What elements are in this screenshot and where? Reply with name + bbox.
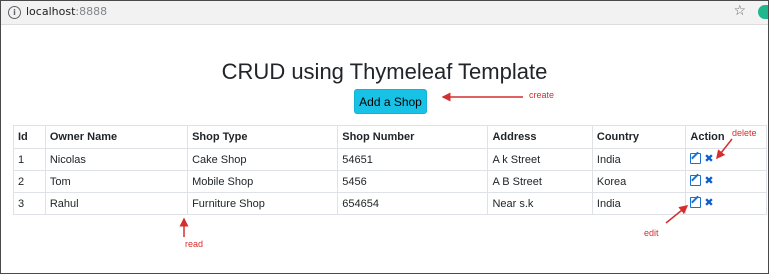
delete-icon[interactable]: ✖ bbox=[704, 197, 713, 208]
annotation-create: create bbox=[529, 90, 555, 100]
url-text[interactable]: localhost:8888 bbox=[26, 5, 107, 18]
cell-action: ✖ bbox=[685, 148, 767, 171]
annotation-edit: edit bbox=[644, 228, 659, 238]
cell-number: 5456 bbox=[337, 170, 489, 193]
table-header-row: Id Owner Name Shop Type Shop Number Addr… bbox=[13, 125, 767, 149]
header-shop-type: Shop Type bbox=[187, 125, 339, 149]
cell-type: Furniture Shop bbox=[187, 192, 339, 215]
info-icon[interactable]: i bbox=[8, 6, 21, 19]
cell-type: Mobile Shop bbox=[187, 170, 339, 193]
table-row: 2 Tom Mobile Shop 5456 A B Street Korea … bbox=[13, 170, 767, 193]
extension-icon[interactable] bbox=[758, 5, 768, 19]
cell-id: 3 bbox=[13, 192, 46, 215]
header-owner-name: Owner Name bbox=[44, 125, 189, 149]
edit-icon[interactable] bbox=[690, 152, 702, 164]
cell-country: India bbox=[591, 192, 687, 215]
address-bar[interactable]: i localhost:8888 ☆ bbox=[1, 1, 768, 25]
add-shop-button[interactable]: Add a Shop bbox=[354, 89, 427, 114]
annotation-delete: delete bbox=[732, 128, 757, 138]
cell-country: Korea bbox=[591, 170, 687, 193]
page-title: CRUD using Thymeleaf Template bbox=[221, 59, 548, 84]
cell-address: A k Street bbox=[487, 148, 593, 171]
cell-action: ✖ bbox=[685, 192, 767, 215]
edit-icon[interactable] bbox=[690, 174, 702, 186]
star-icon[interactable]: ☆ bbox=[733, 3, 746, 19]
cell-id: 1 bbox=[13, 148, 46, 171]
cell-action: ✖ bbox=[685, 170, 767, 193]
cell-owner: Tom bbox=[44, 170, 189, 193]
cell-id: 2 bbox=[13, 170, 46, 193]
table-row: 1 Nicolas Cake Shop 54651 A k Street Ind… bbox=[13, 148, 767, 171]
header-id: Id bbox=[13, 125, 46, 149]
header-country: Country bbox=[591, 125, 687, 149]
header-shop-number: Shop Number bbox=[337, 125, 489, 149]
delete-icon[interactable]: ✖ bbox=[704, 175, 713, 186]
cell-number: 54651 bbox=[337, 148, 489, 171]
cell-address: Near s.k bbox=[487, 192, 593, 215]
annotation-read: read bbox=[185, 239, 204, 249]
cell-owner: Nicolas bbox=[44, 148, 189, 171]
cell-type: Cake Shop bbox=[187, 148, 339, 171]
url-host: localhost bbox=[26, 5, 76, 18]
shops-table: Id Owner Name Shop Type Shop Number Addr… bbox=[13, 125, 767, 215]
delete-icon[interactable]: ✖ bbox=[704, 153, 713, 164]
cell-country: India bbox=[591, 148, 687, 171]
cell-owner: Rahul bbox=[44, 192, 189, 215]
cell-address: A B Street bbox=[487, 170, 593, 193]
url-port: :8888 bbox=[75, 5, 108, 18]
header-address: Address bbox=[487, 125, 593, 149]
table-row: 3 Rahul Furniture Shop 654654 Near s.k I… bbox=[13, 192, 767, 215]
edit-icon[interactable] bbox=[690, 196, 702, 208]
browser-window: i localhost:8888 ☆ CRUD using Thymeleaf … bbox=[0, 0, 769, 274]
cell-number: 654654 bbox=[337, 192, 489, 215]
